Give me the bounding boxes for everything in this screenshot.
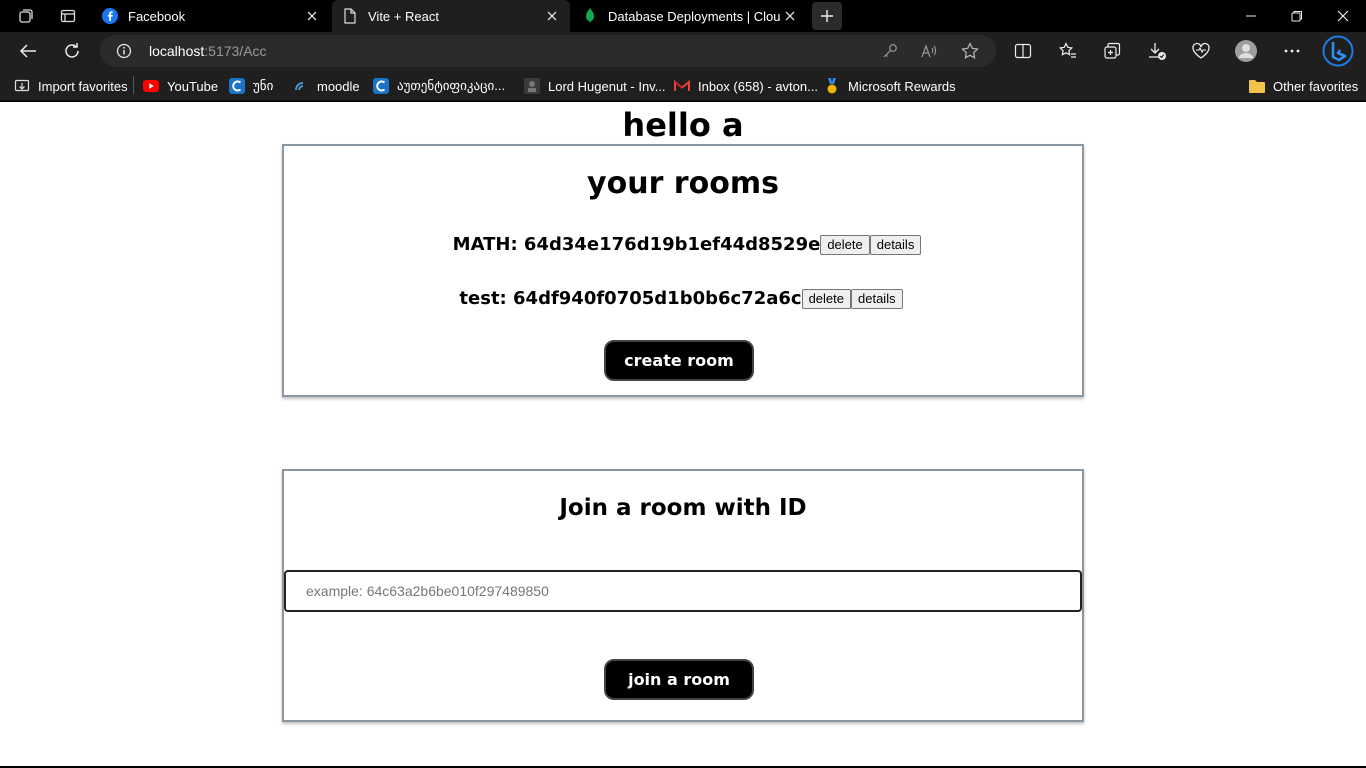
page-content: hello a your rooms MATH: 64d34e176d19b1e… <box>0 102 1366 766</box>
mongodb-icon <box>582 8 598 24</box>
bing-copilot-icon[interactable] <box>1322 35 1354 67</box>
url-host: localhost <box>149 43 205 59</box>
auth-icon <box>373 78 389 94</box>
join-room-title: Join a room with ID <box>559 495 807 521</box>
tab-actions-icon[interactable] <box>54 4 82 28</box>
gmail-icon <box>674 78 690 94</box>
greeting-heading: hello a <box>622 106 744 144</box>
browser-essentials-icon[interactable] <box>1187 37 1215 65</box>
password-key-icon[interactable] <box>881 42 899 60</box>
room-details-button[interactable]: details <box>851 288 903 309</box>
delete-room-button[interactable]: delete <box>820 234 870 255</box>
bookmark-uni[interactable]: უნი <box>229 76 273 96</box>
rooms-card: your rooms MATH: 64d34e176d19b1ef44d8529… <box>282 144 1084 397</box>
tab-database-deployments[interactable]: Database Deployments | Cloud: M <box>572 0 808 32</box>
import-icon <box>14 78 30 94</box>
rewards-icon <box>824 78 840 94</box>
steam-icon <box>524 78 540 94</box>
tab-title: Facebook <box>128 8 186 24</box>
restore-button[interactable] <box>1274 0 1320 32</box>
minimize-button[interactable] <box>1228 0 1274 32</box>
close-tab-icon[interactable] <box>302 6 322 26</box>
room-label: test: 64df940f0705d1b0b6c72a6c <box>459 288 802 309</box>
url-path: :5173/Acc <box>204 43 267 59</box>
room-id-input[interactable] <box>284 570 1082 612</box>
bookmark-youtube[interactable]: YouTube <box>143 76 218 96</box>
tab-title: Vite + React <box>368 8 439 24</box>
page-icon <box>342 8 358 24</box>
new-tab-button[interactable] <box>812 2 842 30</box>
bookmark-label: Inbox (658) - avton... <box>698 78 818 94</box>
close-tab-icon[interactable] <box>780 6 800 26</box>
close-tab-icon[interactable] <box>542 6 562 26</box>
bookmark-import-favorites[interactable]: Import favorites <box>14 76 128 96</box>
more-menu-icon[interactable] <box>1278 37 1306 65</box>
bookmark-label: Microsoft Rewards <box>848 78 956 94</box>
delete-room-button[interactable]: delete <box>801 288 851 309</box>
bookmark-label: Lord Hugenut - Inv... <box>548 78 666 94</box>
join-room-button[interactable]: join a room <box>604 659 754 700</box>
bookmark-moodle[interactable]: moodle <box>293 76 360 96</box>
join-room-card: Join a room with ID join a room <box>282 469 1084 722</box>
tab-vite-react[interactable]: Vite + React <box>332 0 570 32</box>
bookmark-microsoft-rewards[interactable]: Microsoft Rewards <box>824 76 956 96</box>
collections-icon[interactable] <box>1098 37 1126 65</box>
facebook-icon <box>102 8 118 24</box>
create-room-button[interactable]: create room <box>604 340 754 381</box>
uni-icon <box>229 78 245 94</box>
address-bar[interactable]: localhost:5173/Acc <box>100 35 996 67</box>
url-text[interactable]: localhost:5173/Acc <box>149 43 267 59</box>
split-screen-icon[interactable] <box>1009 37 1037 65</box>
bookmark-label: YouTube <box>167 78 219 94</box>
tab-title: Database Deployments | Cloud: M <box>608 8 780 24</box>
workspaces-icon[interactable] <box>12 4 40 28</box>
address-toolbar: localhost:5173/Acc <box>0 32 1366 70</box>
bookmark-label: Other favorites <box>1273 78 1359 94</box>
bookmarks-divider <box>133 76 134 94</box>
favorites-bar: Import favorites YouTube უნი moodle აუთე… <box>0 70 1366 101</box>
back-icon[interactable] <box>14 37 42 65</box>
room-details-button[interactable]: details <box>869 234 922 255</box>
bookmark-steam-inventory[interactable]: Lord Hugenut - Inv... <box>524 76 666 96</box>
moodle-icon <box>293 78 309 94</box>
rooms-title: your rooms <box>587 166 779 201</box>
site-info-icon[interactable] <box>116 43 132 59</box>
room-item-math: MATH: 64d34e176d19b1ef44d8529e delete de… <box>288 234 1086 255</box>
read-aloud-icon[interactable] <box>921 42 939 60</box>
favorites-icon[interactable] <box>1054 37 1082 65</box>
favorite-star-icon[interactable] <box>961 42 979 60</box>
bookmark-label: moodle <box>317 78 360 94</box>
youtube-icon <box>143 78 159 94</box>
bookmark-other-favorites[interactable]: Other favorites <box>1249 76 1358 96</box>
bookmark-gmail-inbox[interactable]: Inbox (658) - avton... <box>674 76 818 96</box>
room-item-test: test: 64df940f0705d1b0b6c72a6c delete de… <box>282 288 1080 309</box>
folder-icon <box>1249 78 1265 94</box>
profile-avatar[interactable] <box>1232 37 1260 65</box>
bookmark-label: აუთენტიფიკაცი... <box>397 78 506 93</box>
bookmark-authentication[interactable]: აუთენტიფიკაცი... <box>373 76 505 96</box>
bookmark-label: Import favorites <box>38 78 128 94</box>
refresh-icon[interactable] <box>58 37 86 65</box>
bookmark-label: უნი <box>253 78 274 93</box>
close-window-button[interactable] <box>1320 0 1366 32</box>
room-label: MATH: 64d34e176d19b1ef44d8529e <box>452 234 821 255</box>
downloads-icon[interactable] <box>1143 37 1171 65</box>
tab-strip: Facebook Vite + React Database Deploymen… <box>0 0 1366 32</box>
tab-facebook[interactable]: Facebook <box>92 0 330 32</box>
